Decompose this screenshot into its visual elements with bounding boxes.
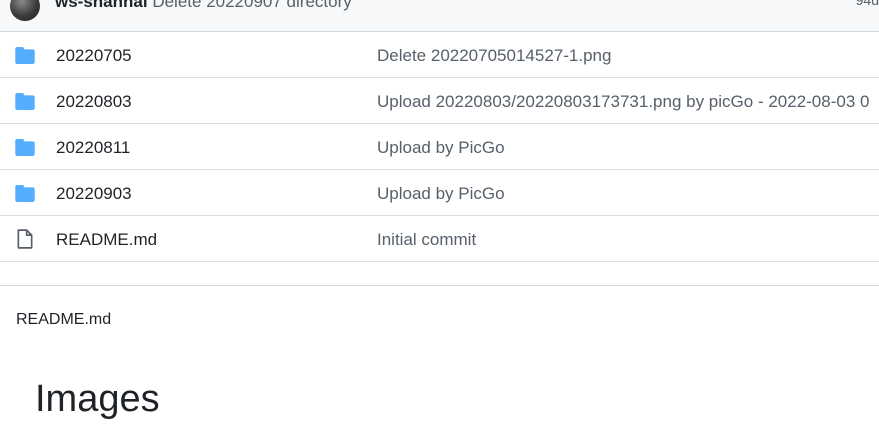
folder-icon	[15, 139, 35, 156]
file-row-20220903[interactable]: 20220903 Upload by PicGo	[0, 170, 879, 216]
commit-message[interactable]: Delete 20220907 directory	[152, 0, 351, 11]
folder-icon	[15, 93, 35, 110]
file-commit-message[interactable]: Upload by PicGo	[377, 184, 505, 204]
file-row-20220811[interactable]: 20220811 Upload by PicGo	[0, 124, 879, 170]
file-row-20220705[interactable]: 20220705 Delete 20220705014527-1.png	[0, 32, 879, 78]
file-name[interactable]: 20220705	[56, 46, 132, 66]
file-name[interactable]: 20220811	[56, 138, 130, 158]
author-avatar[interactable]	[10, 0, 40, 21]
commit-author[interactable]: ws-shanhai	[55, 0, 148, 11]
readme-header[interactable]: README.md	[16, 311, 111, 329]
file-row-20220803[interactable]: 20220803 Upload 20220803/20220803173731.…	[0, 78, 879, 124]
section-divider	[0, 265, 879, 286]
readme-title: Images	[35, 378, 160, 420]
file-icon	[17, 229, 33, 249]
repository-page: ws-shanhai Delete 20220907 directory 94d…	[0, 0, 879, 432]
file-list: 20220705 Delete 20220705014527-1.png 202…	[0, 32, 879, 262]
folder-icon	[15, 47, 35, 64]
file-commit-message[interactable]: Initial commit	[377, 230, 476, 250]
file-name[interactable]: 20220903	[56, 184, 132, 204]
file-name[interactable]: 20220803	[56, 92, 132, 112]
file-commit-message[interactable]: Upload by PicGo	[377, 138, 505, 158]
folder-icon	[15, 185, 35, 202]
file-row-readme[interactable]: README.md Initial commit	[0, 216, 879, 262]
commit-summary: ws-shanhai Delete 20220907 directory	[55, 0, 352, 12]
commit-hash[interactable]: 94d	[856, 0, 879, 8]
file-commit-message[interactable]: Delete 20220705014527-1.png	[377, 46, 611, 66]
latest-commit-bar: ws-shanhai Delete 20220907 directory 94d	[0, 0, 879, 32]
file-name[interactable]: README.md	[56, 230, 157, 250]
file-commit-message[interactable]: Upload 20220803/20220803173731.png by pi…	[377, 92, 869, 112]
